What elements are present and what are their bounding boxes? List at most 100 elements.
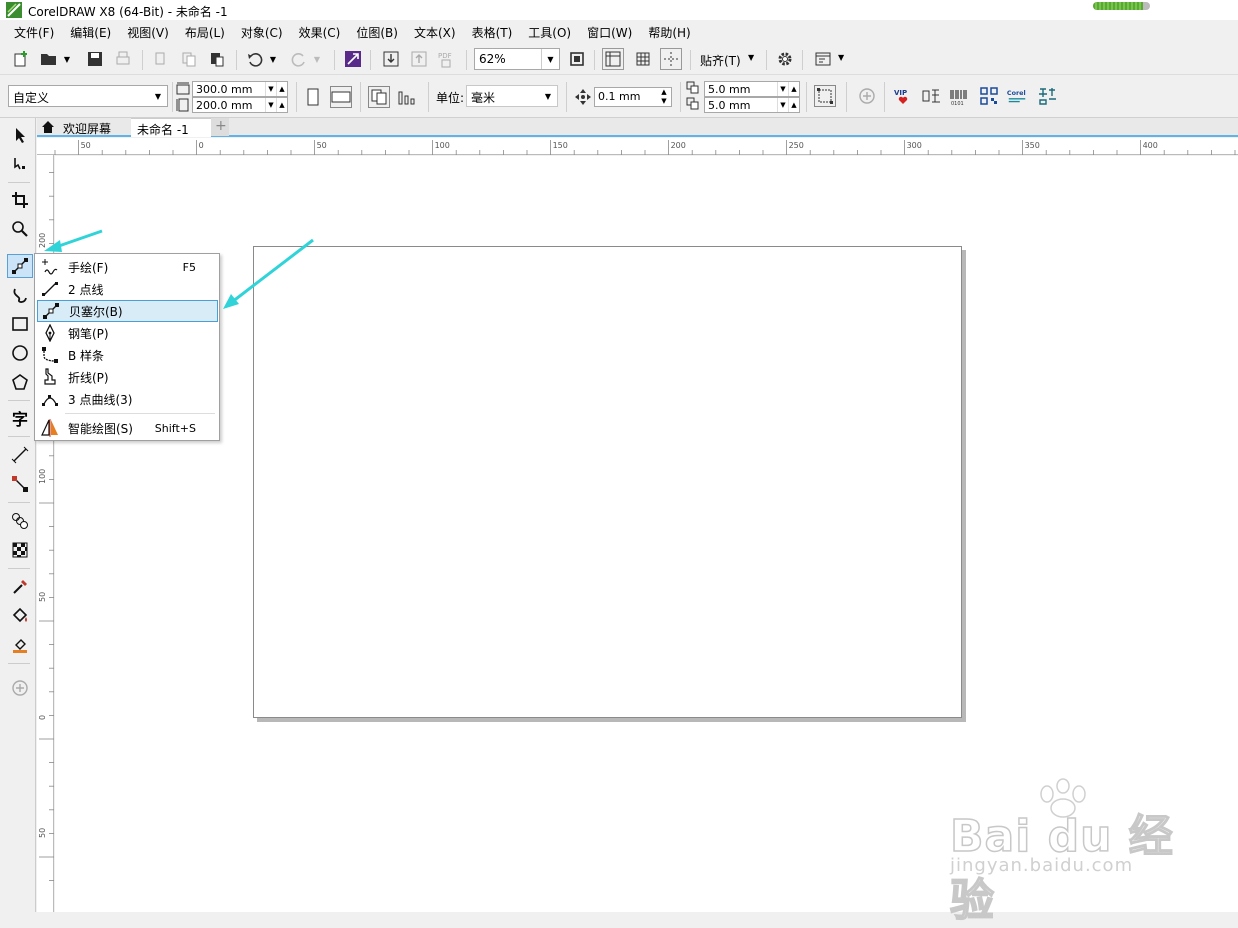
duplicate-x-icon [686,81,699,94]
interactive-fill-icon[interactable] [7,604,33,628]
full-screen-icon[interactable] [566,48,588,70]
page-width-field[interactable]: 300.0 mm ▼ ▲ [192,81,288,97]
document-page[interactable] [253,246,962,718]
ruler-tick-label: 50 [38,592,47,602]
show-rulers-icon[interactable] [602,48,624,70]
portrait-icon[interactable] [302,86,324,108]
horizontal-ruler[interactable]: 50 0 50 100 150 200 250 300 350 400 [37,138,1238,155]
application-launcher-icon[interactable] [812,48,834,70]
new-document-icon[interactable] [10,48,32,70]
new-tab-plus-icon[interactable]: + [211,118,229,136]
menu-object[interactable]: 对象(C) [235,21,289,43]
export-icon[interactable] [408,48,430,70]
ruler-tick-label: 100 [435,141,450,150]
tab-document[interactable]: 未命名 -1 [131,118,211,137]
ellipse-tool-icon[interactable] [7,341,33,365]
flyout-item-bezier[interactable]: 贝塞尔(B) [37,300,218,322]
redo-icon[interactable] [288,48,310,70]
nudge-distance-value: 0.1 mm [598,90,641,103]
duplicate-distance-x-field[interactable]: 5.0 mm ▼ ▲ [704,81,800,97]
tab-welcome-screen[interactable]: 欢迎屏幕 [57,118,117,136]
page-size-preset-select[interactable]: 自定义 ▼ [8,85,168,107]
flyout-item-b-spline[interactable]: B 样条 [37,344,218,366]
paste-icon[interactable] [206,48,228,70]
menu-file[interactable]: 文件(F) [8,21,60,43]
page-height-value: 200.0 mm [196,99,253,112]
eyedropper-tool-icon[interactable] [7,575,33,599]
publish-pdf-icon[interactable]: PDF [436,48,458,70]
units-select[interactable]: 毫米 ▼ [466,85,558,107]
all-pages-icon[interactable] [368,86,390,108]
custom-plugin-icon[interactable] [920,85,942,107]
import-icon[interactable] [380,48,402,70]
undo-dropdown-icon[interactable]: ▼ [266,48,280,70]
zoom-level-select[interactable]: 62% ▼ [474,48,560,70]
menu-table[interactable]: 表格(T) [466,21,519,43]
units-dropdown-icon[interactable]: ▼ [539,86,557,106]
menu-window[interactable]: 窗口(W) [581,21,638,43]
menu-effects[interactable]: 效果(C) [293,21,347,43]
search-content-icon[interactable] [342,48,364,70]
pick-tool-icon[interactable] [7,123,33,147]
smart-fill-icon[interactable] [7,633,33,657]
transparency-tool-icon[interactable] [7,538,33,562]
page-preset-dropdown-icon[interactable]: ▼ [149,86,167,106]
show-grid-icon[interactable] [632,48,654,70]
menu-bitmaps[interactable]: 位图(B) [350,21,404,43]
crop-tool-icon[interactable] [7,188,33,212]
options-gear-icon[interactable] [774,48,796,70]
page-height-field[interactable]: 200.0 mm ▼ ▲ [192,97,288,113]
flyout-item-polyline[interactable]: 折线(P) [37,366,218,388]
flyout-item-pen[interactable]: 钢笔(P) [37,322,218,344]
landscape-icon[interactable] [330,86,352,108]
polygon-tool-icon[interactable] [7,370,33,394]
launcher-dropdown-icon[interactable]: ▼ [838,53,844,62]
add-quick-customize-icon[interactable] [856,85,878,107]
zoom-dropdown-icon[interactable]: ▼ [541,49,559,69]
text-tool-icon[interactable]: 字 [7,406,33,430]
add-tool-icon[interactable] [7,676,33,700]
page-size-preset-value: 自定义 [13,91,50,105]
flyout-item-two-point-line[interactable]: 2 点线 [37,278,218,300]
qr-code-icon[interactable] [978,85,1000,107]
current-page-icon[interactable] [396,86,418,108]
ruler-tick-label: 300 [907,141,922,150]
artistic-media-icon[interactable] [7,283,33,307]
barcode-icon[interactable]: 0101 [948,85,970,107]
nudge-distance-field[interactable]: 0.1 mm ▲ ▼ [594,87,672,107]
flyout-item-three-point-curve[interactable]: 3 点曲线(3) [37,388,218,410]
treat-as-filled-icon[interactable] [814,85,836,107]
snap-to-label[interactable]: 贴齐(T) [700,52,741,69]
open-folder-icon[interactable] [38,48,60,70]
show-guidelines-icon[interactable] [660,48,682,70]
flyout-item-freehand[interactable]: 手绘(F) F5 [37,256,218,278]
connector-tool-icon[interactable] [7,472,33,496]
save-icon[interactable] [84,48,106,70]
menu-view[interactable]: 视图(V) [121,21,175,43]
copy-icon[interactable] [178,48,200,70]
redo-dropdown-icon[interactable]: ▼ [310,48,324,70]
cut-icon[interactable] [150,48,172,70]
menu-tools[interactable]: 工具(O) [522,21,577,43]
print-icon[interactable] [112,48,134,70]
curve-tool-icon[interactable] [7,254,33,278]
corel-plugin-icon[interactable]: Corel [1006,85,1028,107]
coreldraw-logo-icon [6,2,22,18]
shape-tool-icon[interactable] [7,152,33,176]
home-icon [42,121,54,133]
vip-plugin-icon[interactable]: VIP [892,85,914,107]
undo-icon[interactable] [244,48,266,70]
snap-dropdown-icon[interactable]: ▼ [748,53,754,62]
menu-layout[interactable]: 布局(L) [179,21,231,43]
zoom-tool-icon[interactable] [7,217,33,241]
flyout-item-smart-drawing[interactable]: 智能绘图(S) Shift+S [37,417,218,439]
open-dropdown-icon[interactable]: ▼ [60,48,74,70]
blend-tool-icon[interactable] [7,509,33,533]
parallel-dimension-icon[interactable] [7,443,33,467]
menu-text[interactable]: 文本(X) [408,21,462,43]
menu-edit[interactable]: 编辑(E) [64,21,117,43]
menu-help[interactable]: 帮助(H) [642,21,696,43]
duplicate-distance-y-field[interactable]: 5.0 mm ▼ ▲ [704,97,800,113]
plugin-tool-icon[interactable] [1036,85,1058,107]
rectangle-tool-icon[interactable] [7,312,33,336]
